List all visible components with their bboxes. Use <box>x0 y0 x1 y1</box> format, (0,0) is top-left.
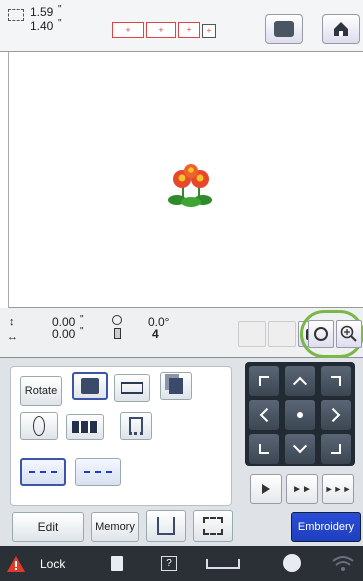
snowman-icon <box>33 416 45 436</box>
thread-spool-icon <box>114 328 121 339</box>
width-value: 1.59 <box>30 5 54 19</box>
x-position-value: 0.00 <box>52 327 76 341</box>
move-up-button[interactable] <box>285 366 315 396</box>
move-up-right-button[interactable] <box>321 366 351 396</box>
align-button[interactable] <box>114 374 150 402</box>
y-position-unit: " <box>80 314 84 325</box>
vertical-arrow-icon: ↕ <box>9 316 15 328</box>
home-icon <box>334 22 348 36</box>
memory-label: Memory <box>95 521 135 533</box>
needle-button[interactable] <box>146 510 186 542</box>
move-down-right-button[interactable] <box>321 434 351 464</box>
preview-edit-button <box>268 321 296 347</box>
chevron-left-icon <box>259 407 274 423</box>
flower-design-icon[interactable] <box>167 162 215 208</box>
corner-up-right-icon <box>331 376 341 386</box>
resize-button[interactable] <box>72 372 108 400</box>
rotation-icon <box>112 315 122 325</box>
height-unit: " <box>58 18 62 29</box>
edit-panel: Rotate ►► ►►► <box>0 358 363 510</box>
needle-icon <box>157 517 175 535</box>
footer-bar: Lock ? <box>0 546 363 581</box>
clock-icon[interactable] <box>283 554 301 572</box>
hoop-size-indicator: + + + + <box>110 22 222 38</box>
spacing-icon <box>129 417 143 435</box>
corner-down-right-icon <box>331 444 341 454</box>
move-up-left-button[interactable] <box>249 366 279 396</box>
frame-icon <box>203 517 223 535</box>
help-icon[interactable]: ? <box>161 556 177 571</box>
move-left-button[interactable] <box>249 400 279 430</box>
duplicate-button[interactable] <box>160 372 192 400</box>
embroidery-preview-area[interactable] <box>8 52 363 308</box>
x-position-unit: " <box>80 326 84 337</box>
corner-down-left-icon <box>259 444 269 454</box>
align-left-button[interactable] <box>20 458 66 486</box>
warning-icon <box>7 556 25 572</box>
preview-magnifier-icon <box>314 327 328 341</box>
skip-forward-button[interactable]: ►►► <box>322 474 354 504</box>
size-icon <box>8 9 24 21</box>
home-button[interactable] <box>322 14 360 44</box>
border-icon <box>72 421 98 433</box>
embroidery-button[interactable]: Embroidery <box>291 512 361 542</box>
color-button[interactable] <box>20 412 58 440</box>
move-right-button[interactable] <box>321 400 351 430</box>
move-center-button[interactable] <box>285 400 315 430</box>
wifi-icon[interactable] <box>332 555 354 573</box>
memory-button[interactable]: Memory <box>91 512 139 542</box>
duplicate-icon <box>169 378 183 394</box>
position-info-bar: ↕ ↔ 0.00 " 0.00 " 0.0° 4 <box>0 308 363 358</box>
edit-label: Edit <box>37 520 59 534</box>
trial-button[interactable] <box>193 510 233 542</box>
lock-button[interactable]: Lock <box>6 552 86 576</box>
embroidery-label: Embroidery <box>297 521 355 533</box>
align-right-icon <box>84 471 112 473</box>
thread-changes-value: 4 <box>152 327 159 341</box>
hoop-size-1: + <box>112 22 144 38</box>
play-icon <box>262 484 270 494</box>
lock-label: Lock <box>40 557 66 571</box>
rotate-button[interactable]: Rotate <box>20 376 62 406</box>
chevron-down-icon <box>292 439 308 454</box>
presser-foot-icon[interactable] <box>206 559 240 569</box>
edit-button[interactable]: Edit <box>12 512 84 542</box>
align-icon <box>121 382 143 394</box>
camera-view-button[interactable] <box>265 14 303 44</box>
hoop-size-3: + <box>178 22 200 38</box>
zoom-button[interactable] <box>336 320 362 348</box>
move-down-left-button[interactable] <box>249 434 279 464</box>
bottom-button-bar: Edit Memory Embroidery <box>0 510 363 546</box>
preview-page-button <box>238 321 266 347</box>
chevron-up-icon <box>292 376 308 391</box>
fast-forward-button[interactable]: ►► <box>286 474 318 504</box>
hoop-size-2: + <box>146 22 176 38</box>
preview-button[interactable] <box>308 320 334 348</box>
border-button[interactable] <box>66 414 104 440</box>
height-value: 1.40 <box>30 19 54 33</box>
spacing-button[interactable] <box>120 412 152 440</box>
play-button[interactable] <box>250 474 282 504</box>
document-icon[interactable] <box>111 556 123 571</box>
move-down-button[interactable] <box>285 434 315 464</box>
zoom-in-icon <box>340 325 357 342</box>
chevron-right-icon <box>326 407 341 423</box>
corner-up-left-icon <box>259 376 269 386</box>
width-unit: " <box>58 4 62 15</box>
top-bar: 1.59 " 1.40 " + + + + <box>0 0 363 52</box>
hoop-size-4: + <box>202 24 216 38</box>
camera-view-icon <box>274 21 294 37</box>
skip-forward-icon: ►►► <box>324 484 352 494</box>
resize-icon <box>81 378 99 394</box>
horizontal-arrow-icon: ↔ <box>7 331 18 343</box>
align-left-icon <box>29 471 57 473</box>
fast-forward-icon: ►► <box>292 483 312 495</box>
rotate-label: Rotate <box>24 385 58 397</box>
align-right-button[interactable] <box>75 458 121 486</box>
center-dot-icon <box>297 412 303 418</box>
